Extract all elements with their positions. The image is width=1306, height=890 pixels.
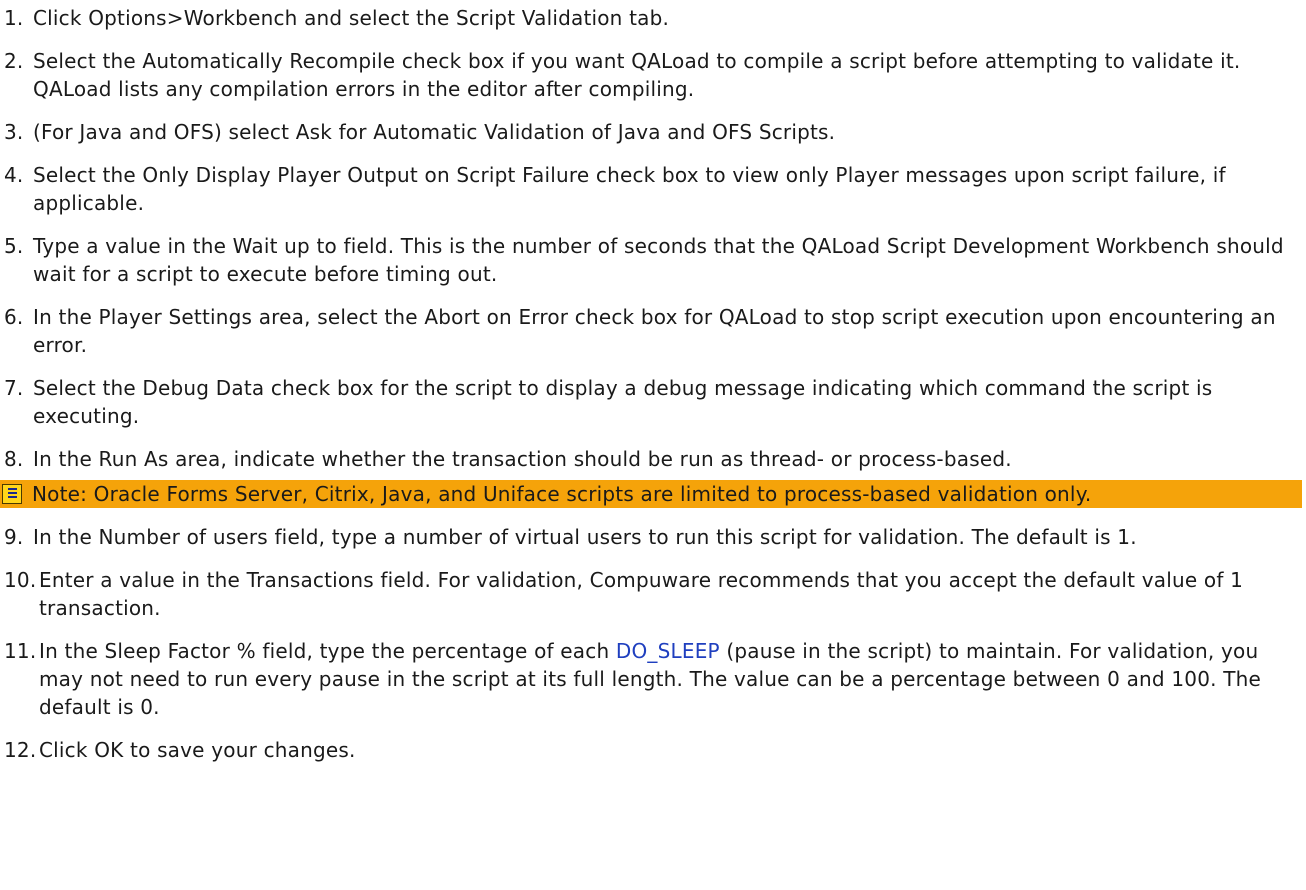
- step-number: 4.: [4, 163, 24, 187]
- step-number: 1.: [4, 6, 24, 30]
- step-7: 7. Select the Debug Data check box for t…: [0, 374, 1306, 430]
- step-6: 6. In the Player Settings area, select t…: [0, 303, 1306, 359]
- step-number: 5.: [4, 234, 24, 258]
- step-text: In the Run As area, indicate whether the…: [33, 447, 1012, 471]
- step-1: 1. Click Options>Workbench and select th…: [0, 4, 1306, 32]
- step-5: 5. Type a value in the Wait up to field.…: [0, 232, 1306, 288]
- step-10: 10. Enter a value in the Transactions fi…: [0, 566, 1306, 622]
- help-document: 1. Click Options>Workbench and select th…: [0, 0, 1306, 764]
- step-text-before: In the Sleep Factor % field, type the pe…: [39, 639, 616, 663]
- step-11: 11. In the Sleep Factor % field, type th…: [0, 637, 1306, 721]
- step-text: In the Number of users field, type a num…: [33, 525, 1137, 549]
- step-number: 9.: [4, 525, 24, 549]
- do-sleep-link[interactable]: DO_SLEEP: [616, 639, 720, 663]
- note-callout: Note: Oracle Forms Server, Citrix, Java,…: [0, 480, 1302, 508]
- step-number: 12.: [4, 738, 37, 762]
- step-text: Click Options>Workbench and select the S…: [33, 6, 670, 30]
- step-8: 8. In the Run As area, indicate whether …: [0, 445, 1306, 473]
- step-text: Click OK to save your changes.: [39, 738, 356, 762]
- steps-list: 1. Click Options>Workbench and select th…: [0, 4, 1306, 473]
- step-number: 7.: [4, 376, 24, 400]
- steps-list-continued: 9. In the Number of users field, type a …: [0, 523, 1306, 764]
- step-12: 12. Click OK to save your changes.: [0, 736, 1306, 764]
- step-text: In the Player Settings area, select the …: [33, 305, 1276, 357]
- step-number: 11.: [4, 639, 37, 663]
- step-number: 8.: [4, 447, 24, 471]
- step-number: 10.: [4, 568, 37, 592]
- step-number: 3.: [4, 120, 24, 144]
- step-2: 2. Select the Automatically Recompile ch…: [0, 47, 1306, 103]
- note-text: Note: Oracle Forms Server, Citrix, Java,…: [32, 482, 1092, 506]
- step-9: 9. In the Number of users field, type a …: [0, 523, 1306, 551]
- step-text: Enter a value in the Transactions field.…: [39, 568, 1244, 620]
- step-3: 3. (For Java and OFS) select Ask for Aut…: [0, 118, 1306, 146]
- step-text: Select the Only Display Player Output on…: [33, 163, 1226, 215]
- step-number: 2.: [4, 49, 24, 73]
- step-text: Select the Debug Data check box for the …: [33, 376, 1213, 428]
- step-text: Type a value in the Wait up to field. Th…: [33, 234, 1284, 286]
- step-4: 4. Select the Only Display Player Output…: [0, 161, 1306, 217]
- note-icon: [2, 484, 22, 504]
- step-text: (For Java and OFS) select Ask for Automa…: [33, 120, 836, 144]
- step-number: 6.: [4, 305, 24, 329]
- step-text: Select the Automatically Recompile check…: [33, 49, 1241, 101]
